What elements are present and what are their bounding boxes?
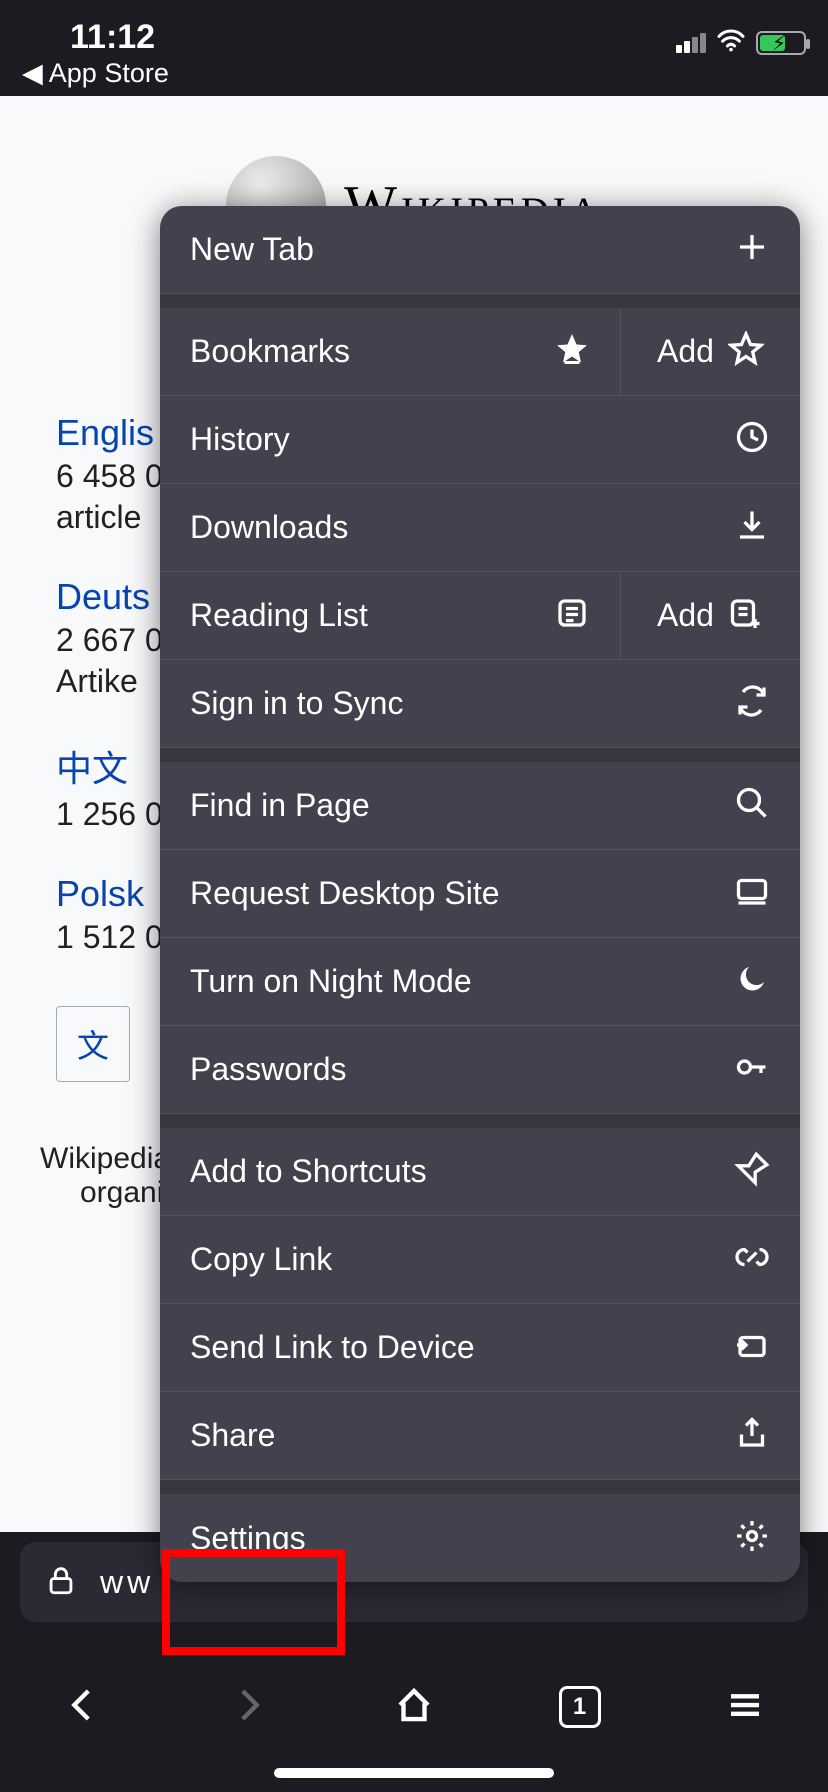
battery-icon: ⚡︎ — [756, 31, 806, 55]
menu-bookmarks-add[interactable]: Add — [620, 308, 800, 395]
clock-icon — [734, 419, 770, 460]
lock-icon — [44, 1563, 78, 1602]
language-picker-button[interactable]: 文 — [56, 1006, 130, 1082]
menu-passwords[interactable]: Passwords — [160, 1026, 800, 1114]
menu-desktop-site[interactable]: Request Desktop Site — [160, 850, 800, 938]
reading-list-icon — [554, 595, 590, 636]
menu-night-mode[interactable]: Turn on Night Mode — [160, 938, 800, 1026]
pin-icon — [734, 1151, 770, 1192]
star-outline-icon — [728, 331, 764, 372]
back-button[interactable] — [62, 1684, 104, 1731]
browser-toolbar: 1 — [0, 1662, 828, 1752]
menu-new-tab[interactable]: New Tab — [160, 206, 800, 294]
menu-bookmarks[interactable]: Bookmarks — [160, 308, 620, 395]
menu-reading-list-add[interactable]: Add — [620, 572, 800, 659]
status-bar: 11:12 ◀ App Store ⚡︎ — [0, 0, 828, 96]
link-icon — [734, 1239, 770, 1280]
menu-share[interactable]: Share — [160, 1392, 800, 1480]
menu-reading-list[interactable]: Reading List — [160, 572, 620, 659]
status-time: 11:12 — [70, 18, 155, 57]
menu-copy-link[interactable]: Copy Link — [160, 1216, 800, 1304]
back-to-app[interactable]: ◀ App Store — [22, 58, 169, 89]
key-icon — [734, 1049, 770, 1090]
browser-menu: New Tab Bookmarks Add History — [160, 206, 800, 1582]
menu-downloads[interactable]: Downloads — [160, 484, 800, 572]
menu-send-link[interactable]: Send Link to Device — [160, 1304, 800, 1392]
menu-find[interactable]: Find in Page — [160, 762, 800, 850]
forward-button[interactable] — [227, 1684, 269, 1731]
search-icon — [734, 785, 770, 826]
url-text: ww — [100, 1564, 154, 1601]
menu-sync[interactable]: Sign in to Sync — [160, 660, 800, 748]
menu-settings[interactable]: Settings — [160, 1494, 800, 1582]
plus-icon — [734, 229, 770, 270]
reading-list-add-icon — [728, 595, 764, 636]
desktop-icon — [734, 873, 770, 914]
share-icon — [734, 1415, 770, 1456]
sync-icon — [734, 683, 770, 724]
tabs-button[interactable]: 1 — [559, 1686, 601, 1728]
menu-history[interactable]: History — [160, 396, 800, 484]
signal-icon — [676, 33, 706, 53]
wifi-icon — [716, 28, 746, 57]
home-indicator — [274, 1768, 554, 1778]
download-icon — [734, 507, 770, 548]
send-device-icon — [734, 1327, 770, 1368]
gear-icon — [734, 1518, 770, 1559]
menu-button[interactable] — [724, 1684, 766, 1731]
moon-icon — [734, 961, 770, 1002]
home-button[interactable] — [393, 1684, 435, 1731]
star-filled-icon — [554, 331, 590, 372]
status-icons: ⚡︎ — [676, 28, 806, 57]
menu-shortcuts[interactable]: Add to Shortcuts — [160, 1128, 800, 1216]
